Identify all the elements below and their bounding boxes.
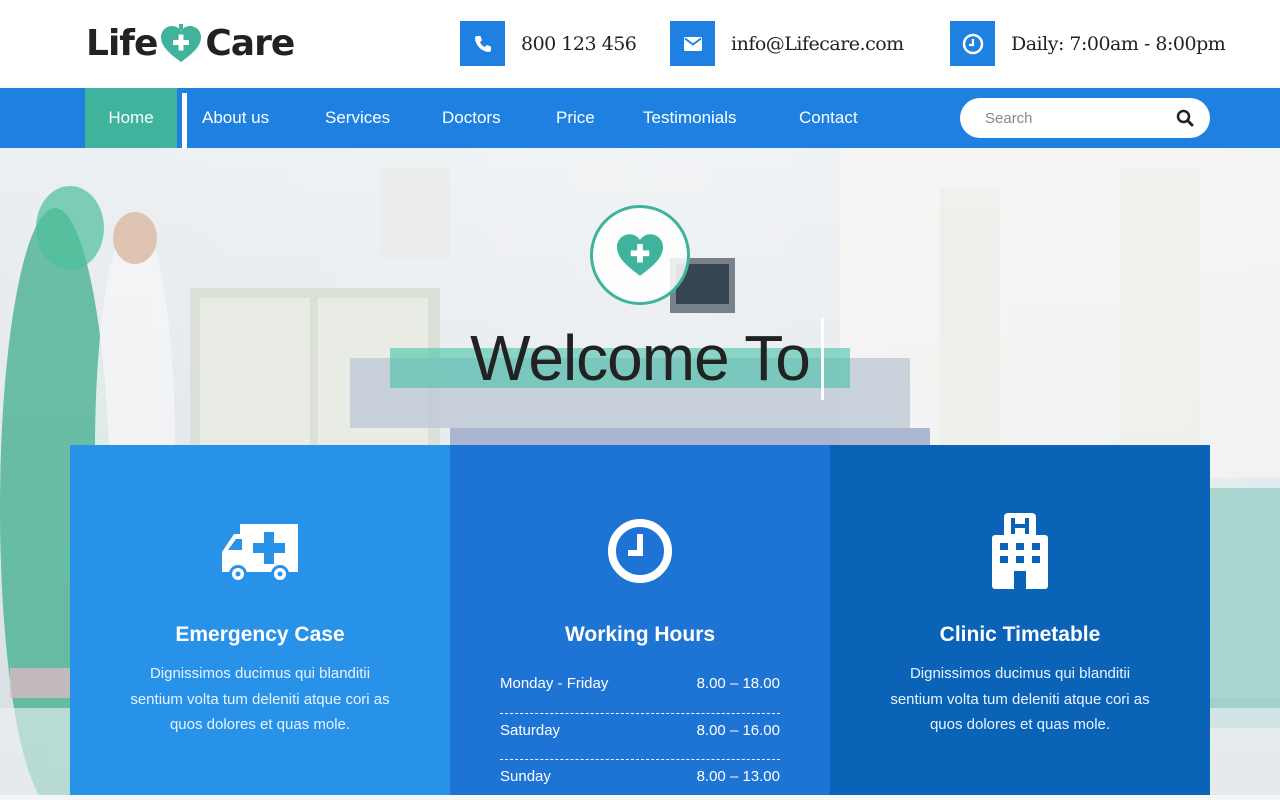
hours-list: Monday - Friday 8.00 – 18.00 Saturday 8.… [500,667,780,800]
hours-day: Saturday [500,721,561,739]
heart-plus-icon [617,234,663,276]
hours-time: 8.00 – 18.00 [696,675,780,692]
hero-title: Welcome To [470,322,811,394]
search-input[interactable] [985,109,1175,127]
card-emergency-case: Emergency Case Dignissimos ducimus qui b… [70,445,450,795]
contact-phone-text: 800 123 456 [521,32,637,55]
brand-name-right: Care [205,23,295,64]
card-text: Dignissimos ducimus qui blanditii sentiu… [130,665,390,733]
phone-icon [460,21,505,66]
hero-badge [590,205,690,305]
card-title: Emergency Case [175,623,345,646]
heart-plus-icon [161,24,202,62]
card-title: Clinic Timetable [939,623,1101,646]
nav-about-us[interactable]: About us [202,88,269,148]
clock-icon [950,21,995,66]
card-working-hours: Working Hours Monday - Friday 8.00 – 18.… [450,445,830,800]
nav-price[interactable]: Price [556,88,595,148]
card-text: Dignissimos ducimus qui blanditii sentiu… [890,665,1150,733]
hours-day: Monday - Friday [500,675,609,692]
nav-services[interactable]: Services [325,88,390,148]
typing-caret [821,318,824,400]
card-title: Working Hours [564,623,716,646]
brand-name-left: Life [86,23,158,64]
bottom-strip [0,795,1280,800]
nav-doctors[interactable]: Doctors [442,88,501,148]
card-clinic-timetable: Clinic Timetable Dignissimos ducimus qui… [830,445,1210,795]
clock-icon [450,513,830,589]
contact-email[interactable]: info@Lifecare.com [670,21,904,66]
contact-email-text: info@Lifecare.com [731,32,904,55]
brand-logo[interactable]: Life Care [86,22,295,66]
nav-contact[interactable]: Contact [799,88,858,148]
top-header: Life Care 800 123 456 info@Lifecare.com … [0,0,1280,88]
hours-time: 8.00 – 16.00 [696,721,780,739]
hours-row: Saturday 8.00 – 16.00 [500,714,780,760]
search-box [960,98,1210,138]
search-icon[interactable] [1176,109,1194,127]
contact-hours: Daily: 7:00am - 8:00pm [950,21,1226,66]
hours-row: Monday - Friday 8.00 – 18.00 [500,667,780,714]
contact-hours-text: Daily: 7:00am - 8:00pm [1011,32,1226,55]
hospital-icon [830,513,1210,589]
envelope-icon [670,21,715,66]
contact-phone[interactable]: 800 123 456 [460,21,637,66]
nav-home[interactable]: Home [85,88,187,158]
ambulance-icon [70,513,450,589]
nav-testimonials[interactable]: Testimonials [643,88,737,148]
hours-row: Sunday 8.00 – 13.00 [500,760,780,800]
